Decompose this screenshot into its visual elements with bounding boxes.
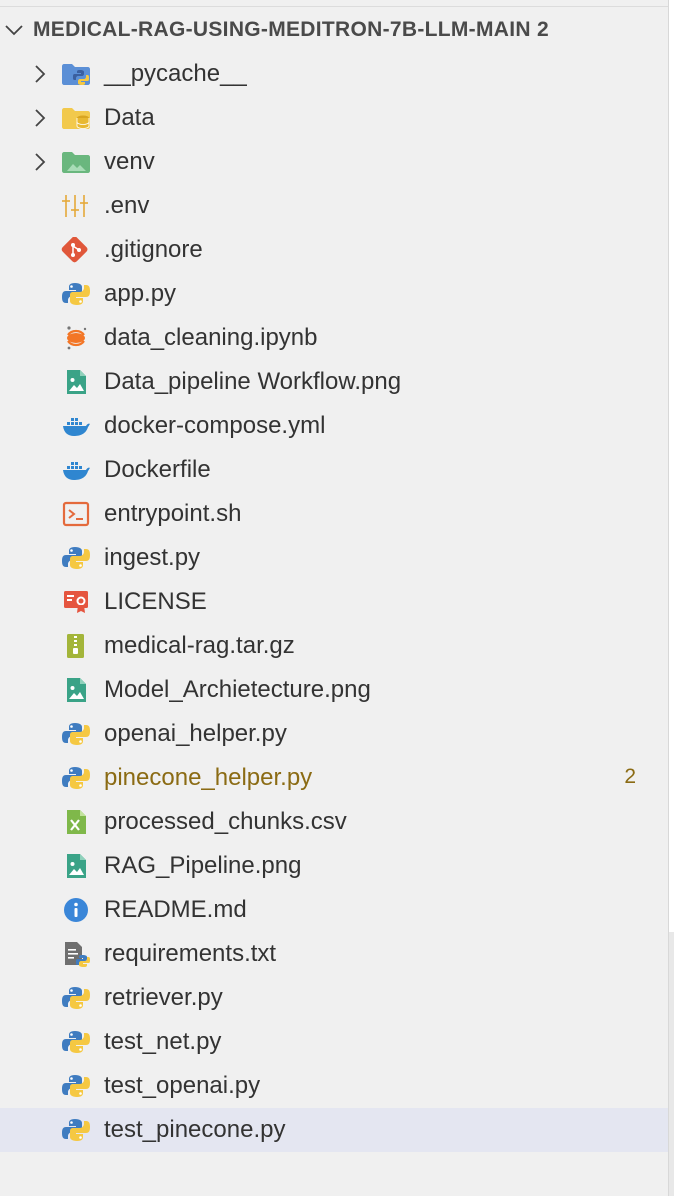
python-icon: [61, 765, 91, 791]
file-item-openai-helper-py[interactable]: openai_helper.py: [0, 712, 668, 756]
file-item-license[interactable]: LICENSE: [0, 580, 668, 624]
file-name-label: LICENSE: [104, 588, 207, 615]
file-name-label: requirements.txt: [104, 940, 277, 967]
terminal-icon: [61, 501, 91, 527]
file-name-label: .env: [104, 192, 150, 219]
archive-icon: [61, 633, 91, 659]
image-icon: [61, 369, 91, 395]
image-icon: [61, 853, 91, 879]
file-name-label: docker-compose.yml: [104, 412, 326, 439]
file-name-label: pinecone_helper.py: [104, 764, 313, 791]
info-icon: [61, 897, 91, 923]
python-icon: [61, 985, 91, 1011]
panel-edge: [668, 0, 669, 1196]
file-item-pinecone-helper-py[interactable]: pinecone_helper.py 2: [0, 756, 668, 800]
file-name-label: ingest.py: [104, 544, 201, 571]
csv-icon: [61, 809, 91, 835]
file-item-env[interactable]: .env: [0, 184, 668, 228]
file-name-label: entrypoint.sh: [104, 500, 242, 527]
python-icon: [61, 1073, 91, 1099]
file-name-label: Dockerfile: [104, 456, 211, 483]
file-item-processed-chunks-csv[interactable]: processed_chunks.csv: [0, 800, 668, 844]
jupyter-icon: [61, 325, 91, 351]
file-item-dockerfile[interactable]: Dockerfile: [0, 448, 668, 492]
file-tree: __pycache__ Data venv .env .gitignore app.py d…: [0, 52, 668, 1152]
file-item-test-net-py[interactable]: test_net.py: [0, 1020, 668, 1064]
chevron-down-icon[interactable]: [4, 20, 24, 40]
file-item-medical-rag-tar-gz[interactable]: medical-rag.tar.gz: [0, 624, 668, 668]
file-item-readme-md[interactable]: README.md: [0, 888, 668, 932]
file-name-label: processed_chunks.csv: [104, 808, 347, 835]
file-name-label: venv: [104, 148, 155, 175]
python-icon: [61, 545, 91, 571]
file-item-docker-compose-yml[interactable]: docker-compose.yml: [0, 404, 668, 448]
requirements-icon: [61, 941, 91, 967]
file-name-label: .gitignore: [104, 236, 203, 263]
python-icon: [61, 1117, 91, 1143]
file-item-data-pipeline-workflow-png[interactable]: Data_pipeline Workflow.png: [0, 360, 668, 404]
file-item-requirements-txt[interactable]: requirements.txt: [0, 932, 668, 976]
chevron-right-icon[interactable]: [30, 63, 50, 85]
file-item-gitignore[interactable]: .gitignore: [0, 228, 668, 272]
python-icon: [61, 1029, 91, 1055]
license-icon: [61, 589, 91, 615]
file-item-retriever-py[interactable]: retriever.py: [0, 976, 668, 1020]
python-folder-icon: [61, 61, 91, 87]
venv-folder-icon: [61, 149, 91, 175]
file-item-entrypoint-sh[interactable]: entrypoint.sh: [0, 492, 668, 536]
file-item-model-archietecture-png[interactable]: Model_Archietecture.png: [0, 668, 668, 712]
chevron-right-icon[interactable]: [30, 151, 50, 173]
file-name-label: README.md: [104, 896, 247, 923]
python-icon: [61, 721, 91, 747]
file-name-label: openai_helper.py: [104, 720, 287, 747]
file-name-label: Data: [104, 104, 155, 131]
python-icon: [61, 281, 91, 307]
folder-item-pycache[interactable]: __pycache__: [0, 52, 668, 96]
file-name-label: __pycache__: [104, 60, 247, 87]
file-item-ingest-py[interactable]: ingest.py: [0, 536, 668, 580]
git-icon: [61, 236, 91, 263]
file-name-label: data_cleaning.ipynb: [104, 324, 318, 351]
file-name-label: test_net.py: [104, 1028, 222, 1055]
file-name-label: RAG_Pipeline.png: [104, 852, 302, 879]
env-settings-icon: [61, 193, 91, 219]
file-item-app-py[interactable]: app.py: [0, 272, 668, 316]
folder-item-venv[interactable]: venv: [0, 140, 668, 184]
file-item-test-openai-py[interactable]: test_openai.py: [0, 1064, 668, 1108]
file-name-label: test_openai.py: [104, 1072, 261, 1099]
file-item-rag-pipeline-png[interactable]: RAG_Pipeline.png: [0, 844, 668, 888]
file-name-label: medical-rag.tar.gz: [104, 632, 295, 659]
file-explorer: MEDICAL-RAG-USING-MEDITRON-7B-LLM-MAIN 2…: [0, 0, 674, 1196]
folder-item-data[interactable]: Data: [0, 96, 668, 140]
image-icon: [61, 677, 91, 703]
top-divider: [0, 6, 668, 7]
file-item-data-cleaning-ipynb[interactable]: data_cleaning.ipynb: [0, 316, 668, 360]
problems-count-badge: 2: [624, 765, 636, 788]
file-name-label: retriever.py: [104, 984, 223, 1011]
file-name-label: app.py: [104, 280, 177, 307]
file-name-label: Model_Archietecture.png: [104, 676, 371, 703]
file-name-label: test_pinecone.py: [104, 1116, 286, 1143]
docker-icon: [61, 413, 91, 439]
explorer-root-folder[interactable]: MEDICAL-RAG-USING-MEDITRON-7B-LLM-MAIN 2: [0, 8, 668, 52]
database-folder-icon: [61, 105, 91, 131]
chevron-right-icon[interactable]: [30, 107, 50, 129]
file-name-label: Data_pipeline Workflow.png: [104, 368, 402, 395]
root-folder-label: MEDICAL-RAG-USING-MEDITRON-7B-LLM-MAIN 2: [33, 18, 549, 41]
docker-icon: [61, 457, 91, 483]
file-item-test-pinecone-py[interactable]: test_pinecone.py: [0, 1108, 668, 1152]
